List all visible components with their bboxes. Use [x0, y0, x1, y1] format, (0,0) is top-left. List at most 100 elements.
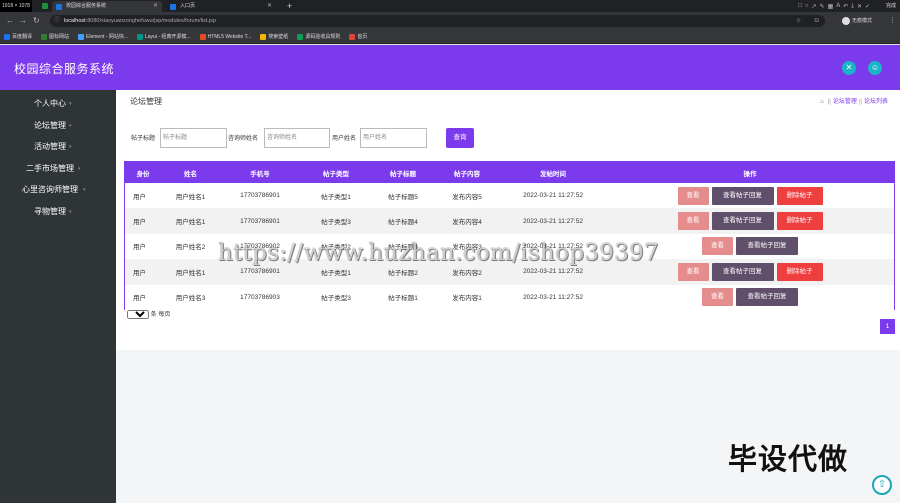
- sidebar-item-activity[interactable]: 活动管理 ▾: [0, 137, 116, 157]
- bookmark-item[interactable]: 搜索壁纸: [260, 33, 288, 40]
- breadcrumb-forum-management[interactable]: 论坛管理: [833, 99, 857, 105]
- cell-role: 用户: [133, 269, 146, 277]
- cell-post-type: 帖子类型1: [321, 193, 351, 201]
- breadcrumb-separator: ||: [858, 99, 862, 105]
- shrink-icon[interactable]: ✕: [842, 61, 856, 75]
- reload-icon[interactable]: ↻: [33, 15, 40, 27]
- cell-post-time: 2022-03-21 11:27:52: [523, 192, 583, 200]
- user-name-label: 用户姓名: [332, 136, 357, 142]
- cell-actions: 查看 查看帖子回复 删除帖子: [606, 259, 894, 284]
- cell-post-title: 帖子标题4: [388, 219, 418, 227]
- browser-tab-bar: 1918 × 1078 校园综合服务系统 ✕ 入口页 ✕ + □ ○ ↗ ✎ ▦…: [0, 0, 900, 12]
- forward-icon[interactable]: →: [19, 15, 27, 27]
- mosaic-tool-icon[interactable]: ▦: [828, 3, 834, 10]
- undo-icon[interactable]: ↶: [843, 3, 848, 10]
- pen-tool-icon[interactable]: ✎: [820, 3, 825, 10]
- view-button[interactable]: 查看: [677, 186, 709, 205]
- tab-title: 入口页: [180, 3, 196, 9]
- view-button[interactable]: 查看: [702, 237, 733, 256]
- bookmark-item[interactable]: HTML5 Website T...: [199, 33, 251, 40]
- delete-post-button[interactable]: 删除帖子: [776, 212, 823, 231]
- url-input[interactable]: ⓘ localhost:8080/xiaoyuanzonghefuwu/jsp/…: [50, 15, 825, 27]
- view-replies-button[interactable]: 查看帖子回复: [711, 262, 774, 281]
- info-icon[interactable]: ⓘ: [54, 15, 60, 27]
- view-replies-button[interactable]: 查看帖子回复: [736, 237, 798, 256]
- chevron-down-icon: ▾: [69, 123, 72, 129]
- delete-post-button[interactable]: 删除帖子: [776, 186, 823, 205]
- tab-active[interactable]: 校园综合服务系统 ✕: [52, 1, 162, 12]
- new-tab-button[interactable]: +: [287, 0, 292, 12]
- sidebar-item-label: 个人中心: [34, 99, 66, 108]
- chevron-down-icon: ▾: [69, 209, 72, 215]
- page-size-suffix: 条 每页: [150, 312, 171, 318]
- sidebar-item-personal-center[interactable]: 个人中心 ▾: [0, 94, 116, 114]
- page-size-select[interactable]: 10: [127, 310, 149, 319]
- sidebar-item-lost-found[interactable]: 寻物管理 ▾: [0, 202, 116, 222]
- sidebar-item-secondhand[interactable]: 二手市场管理 ▾: [0, 159, 116, 179]
- delete-post-button[interactable]: 删除帖子: [776, 262, 823, 281]
- bookmark-item[interactable]: Layui - 经典开源模...: [137, 33, 191, 40]
- view-button[interactable]: 查看: [677, 212, 709, 231]
- rectangle-tool-icon[interactable]: □: [798, 3, 802, 9]
- confirm-icon[interactable]: ✓: [865, 3, 870, 10]
- col-header-phone: 手机号: [250, 170, 270, 178]
- bookmark-item[interactable]: 源码验收具规则: [297, 33, 340, 40]
- tab-title: 校园综合服务系统: [66, 3, 107, 9]
- bookmark-favicon-icon: [4, 33, 10, 40]
- tab-close-icon[interactable]: ✕: [267, 1, 272, 12]
- cell-name: 用户姓名3: [175, 295, 206, 303]
- view-button[interactable]: 查看: [677, 262, 709, 281]
- bookmark-item[interactable]: Element - 网站快...: [78, 33, 128, 40]
- sidebar-item-counselor[interactable]: 心里咨询师管理 ▾: [0, 180, 116, 200]
- bookmark-favicon-icon: [260, 33, 267, 40]
- tab-favicon-icon: [56, 4, 62, 10]
- cell-actions: 查看 查看帖子回复: [606, 234, 894, 259]
- bookmark-star-icon[interactable]: ☆: [796, 15, 801, 27]
- download-icon[interactable]: ⤓: [851, 3, 854, 10]
- bookmark-item[interactable]: 首页: [349, 33, 367, 40]
- back-icon[interactable]: ←: [6, 15, 14, 27]
- tab-inactive[interactable]: 入口页 ✕: [166, 1, 276, 12]
- breadcrumb: ⌂ || 论坛管理 || 论坛列表: [820, 96, 888, 105]
- bookmark-item[interactable]: 图标网站: [41, 33, 69, 40]
- back-to-top-icon[interactable]: ⇧: [872, 475, 892, 495]
- search-button[interactable]: 查询: [446, 128, 474, 148]
- pinned-tab-icon[interactable]: [42, 3, 48, 9]
- counselor-name-input[interactable]: [264, 128, 330, 148]
- text-tool-icon[interactable]: A: [836, 3, 840, 9]
- cell-role: 用户: [133, 219, 146, 227]
- bookmark-favicon-icon: [137, 33, 143, 40]
- page-number-button[interactable]: 1: [880, 319, 895, 334]
- cell-post-content: 发布内容5: [452, 193, 482, 201]
- user-icon[interactable]: ☺: [868, 61, 882, 75]
- cell-phone: 17703786902: [240, 242, 280, 250]
- col-header-post-time: 发帖时间: [540, 170, 566, 178]
- extensions-icon[interactable]: ⊡: [814, 15, 819, 27]
- circle-tool-icon[interactable]: ○: [805, 3, 809, 9]
- breadcrumb-forum-list[interactable]: 论坛列表: [864, 99, 888, 105]
- browser-menu-icon[interactable]: ⋮: [889, 15, 896, 27]
- incognito-profile[interactable]: 无痕模式: [842, 16, 872, 26]
- url-path: :8080/xiaoyuanzonghefuwu/jsp/modules/for…: [85, 18, 216, 24]
- done-label[interactable]: 完成: [886, 0, 896, 12]
- capture-toolbar: □ ○ ↗ ✎ ▦ A ↶ ⤓ ✕ ✓: [798, 0, 870, 12]
- sidebar-item-forum[interactable]: 论坛管理 ▾: [0, 116, 116, 136]
- cell-post-time: 2022-03-21 11:27:52: [523, 242, 583, 250]
- arrow-tool-icon[interactable]: ↗: [812, 3, 817, 10]
- cell-post-content: 发布内容2: [452, 269, 482, 277]
- cell-post-time: 2022-03-21 11:27:52: [523, 293, 583, 301]
- view-replies-button[interactable]: 查看帖子回复: [711, 186, 774, 205]
- cell-post-type: 帖子类型3: [321, 295, 351, 303]
- home-icon[interactable]: ⌂: [820, 99, 824, 105]
- bookmark-item[interactable]: 百度翻译: [4, 33, 32, 40]
- cell-post-content: 发布内容3: [452, 244, 482, 252]
- view-button[interactable]: 查看: [702, 288, 733, 307]
- cancel-icon[interactable]: ✕: [857, 3, 862, 10]
- view-replies-button[interactable]: 查看帖子回复: [711, 212, 774, 231]
- tab-close-icon[interactable]: ✕: [153, 1, 158, 12]
- post-title-input[interactable]: [160, 128, 227, 148]
- table-row: 用户 用户姓名1 17703786901 帖子类型3 帖子标题4 发布内容4 2…: [125, 208, 894, 234]
- view-replies-button[interactable]: 查看帖子回复: [736, 288, 798, 307]
- cell-phone: 17703786903: [240, 293, 280, 301]
- user-name-input[interactable]: [360, 128, 427, 148]
